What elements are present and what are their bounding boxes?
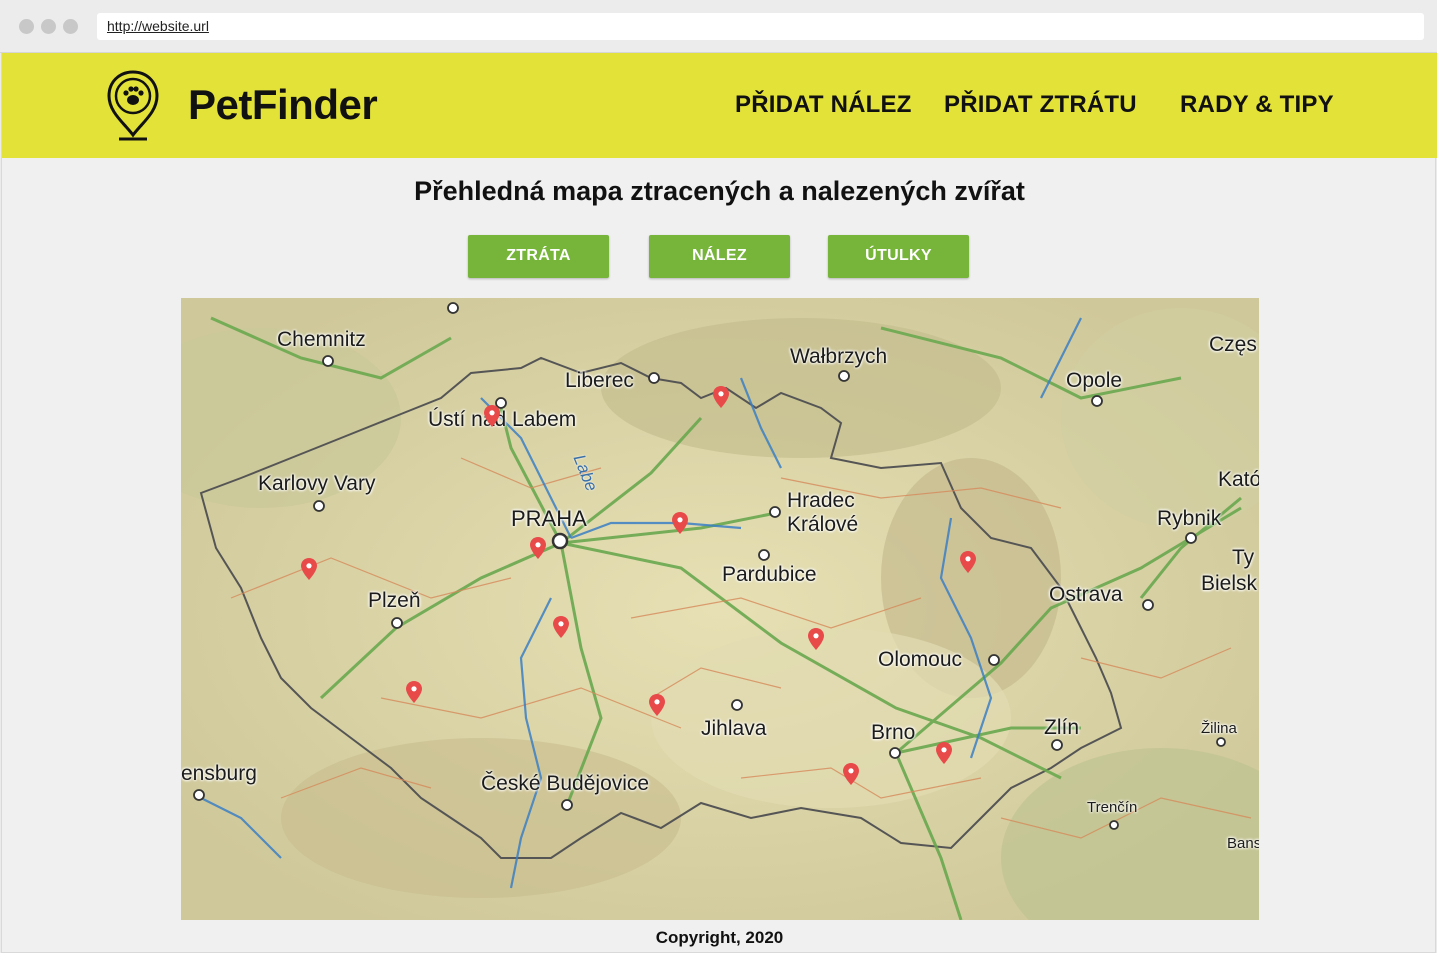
browser-chrome: http://website.url — [0, 0, 1437, 53]
address-bar[interactable]: http://website.url — [97, 13, 1424, 40]
nav-tips[interactable]: RADY & TIPY — [1180, 91, 1334, 119]
map-marker-icon[interactable] — [936, 742, 952, 764]
paw-pin-logo-icon[interactable] — [106, 69, 160, 141]
filter-shelters-button[interactable]: ÚTULKY — [828, 235, 969, 278]
window-maximize-dot[interactable] — [63, 19, 78, 34]
brand-name[interactable]: PetFinder — [188, 81, 378, 129]
site-header: PetFinder PŘIDAT NÁLEZ PŘIDAT ZTRÁTU RAD… — [2, 53, 1437, 158]
window-minimize-dot[interactable] — [41, 19, 56, 34]
map-marker-icon[interactable] — [301, 558, 317, 580]
window-close-dot[interactable] — [19, 19, 34, 34]
nav-add-found[interactable]: PŘIDAT NÁLEZ — [735, 91, 912, 119]
copyright-footer: Copyright, 2020 — [655, 928, 784, 947]
map-marker-icon[interactable] — [406, 681, 422, 703]
map-marker-icon[interactable] — [484, 405, 500, 427]
map-marker-icon[interactable] — [960, 551, 976, 573]
map[interactable]: Chemnitz Liberec Wałbrzych Opole Częs Ús… — [181, 298, 1259, 920]
page: PetFinder PŘIDAT NÁLEZ PŘIDAT ZTRÁTU RAD… — [1, 53, 1437, 953]
filter-lost-button[interactable]: ZTRÁTA — [468, 235, 609, 278]
page-title: Přehledná mapa ztracených a nalezených z… — [414, 176, 1025, 206]
map-marker-icon[interactable] — [808, 628, 824, 650]
map-marker-icon[interactable] — [530, 537, 546, 559]
map-marker-icon[interactable] — [672, 512, 688, 534]
map-marker-icon[interactable] — [649, 694, 665, 716]
filter-found-button[interactable]: NÁLEZ — [649, 235, 790, 278]
map-marker-icon[interactable] — [843, 763, 859, 785]
nav-add-lost[interactable]: PŘIDAT ZTRÁTU — [944, 91, 1137, 119]
map-marker-icon[interactable] — [553, 616, 569, 638]
map-marker-icon[interactable] — [713, 386, 729, 408]
